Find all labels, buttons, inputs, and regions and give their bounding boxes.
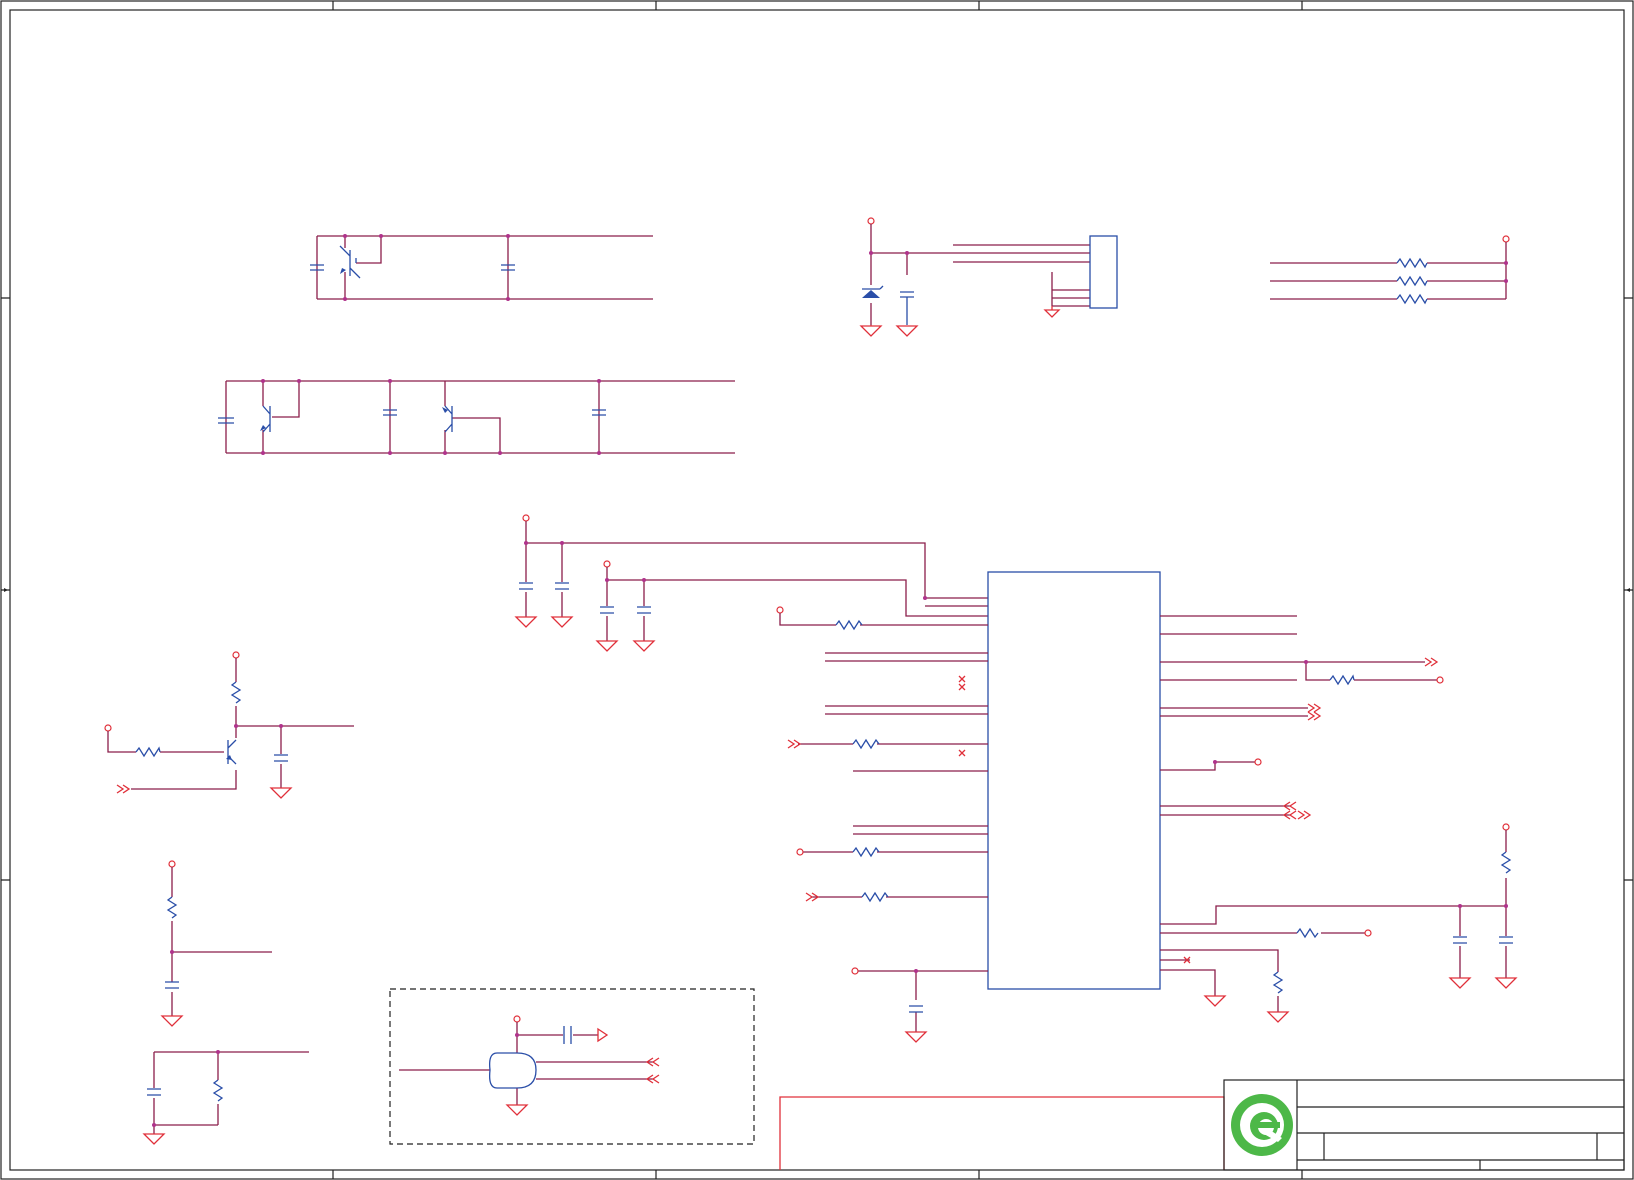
- connector-circuit: [859, 217, 1118, 337]
- npn-driver: [104, 651, 354, 799]
- transistor-circuit-2: [218, 379, 735, 455]
- ic-right-nets: [1160, 615, 1506, 1023]
- decoupling-caps: [514, 514, 988, 652]
- note-frame: [779, 1096, 1225, 1170]
- optional-logic-block: [389, 988, 755, 1145]
- resistor-array: [1270, 235, 1510, 305]
- company-logo-icon: [1231, 1094, 1293, 1156]
- transistor-circuit-1: [310, 234, 653, 301]
- ic-left-nets: [776, 606, 988, 1043]
- schematic-sheet: [0, 0, 1634, 1180]
- rc-network-2: [142, 1050, 309, 1145]
- rc-network: [160, 860, 272, 1027]
- drawing-frame: [0, 0, 1634, 1180]
- main-ic: [987, 571, 1161, 990]
